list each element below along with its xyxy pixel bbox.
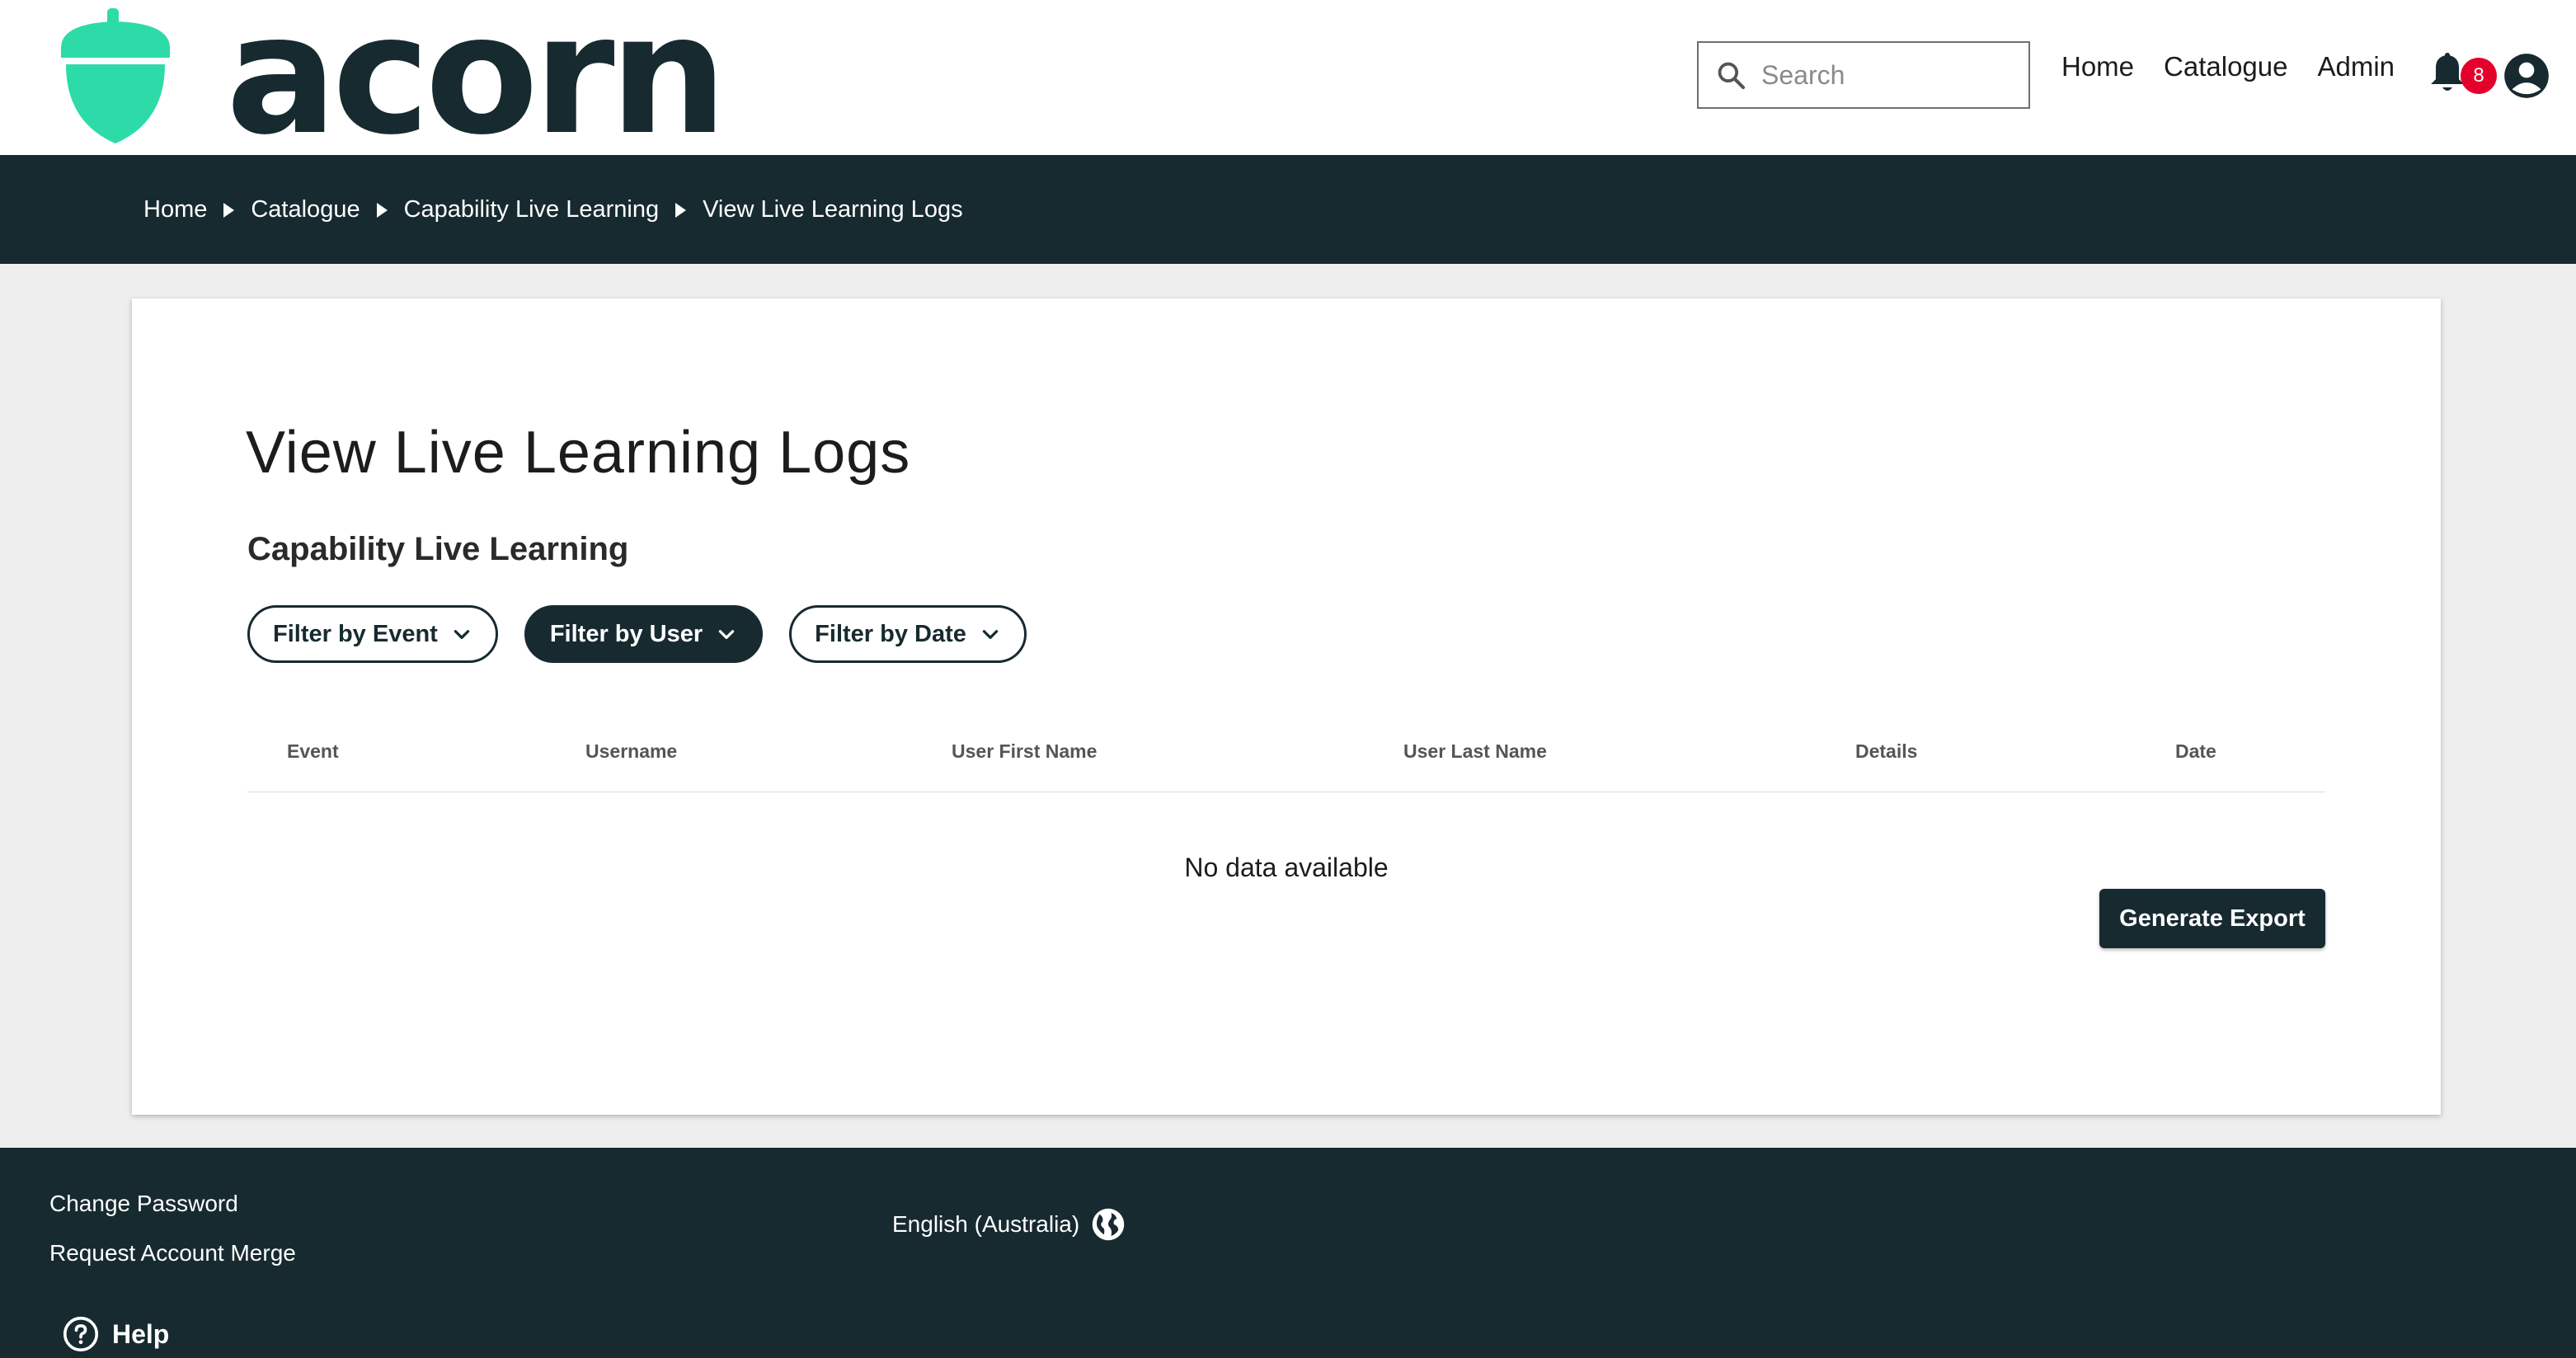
chevron-down-icon bbox=[454, 630, 470, 639]
column-header-username[interactable]: Username bbox=[585, 740, 677, 763]
filter-bar: Filter by Event Filter by User Filter by… bbox=[247, 605, 1027, 663]
breadcrumb-separator-icon bbox=[376, 202, 388, 218]
request-account-merge-link[interactable]: Request Account Merge bbox=[49, 1240, 296, 1266]
filter-by-event-button[interactable]: Filter by Event bbox=[247, 605, 498, 663]
empty-table-message: No data available bbox=[1184, 853, 1389, 882]
breadcrumb-capability[interactable]: Capability Live Learning bbox=[404, 196, 660, 223]
breadcrumb-separator-icon bbox=[675, 202, 687, 218]
account-button[interactable] bbox=[2503, 53, 2550, 103]
column-header-details[interactable]: Details bbox=[1855, 740, 1917, 763]
breadcrumb-home[interactable]: Home bbox=[143, 196, 207, 223]
globe-icon bbox=[1092, 1208, 1125, 1241]
column-header-date[interactable]: Date bbox=[2175, 740, 2216, 763]
generate-export-button[interactable]: Generate Export bbox=[2099, 889, 2325, 948]
breadcrumb: Home Catalogue Capability Live Learning … bbox=[143, 196, 963, 223]
help-label: Help bbox=[112, 1318, 170, 1349]
page-subtitle: Capability Live Learning bbox=[247, 531, 629, 567]
chevron-down-icon bbox=[982, 630, 999, 639]
filter-by-date-button[interactable]: Filter by Date bbox=[789, 605, 1027, 663]
language-selector[interactable]: English (Australia) bbox=[892, 1207, 1126, 1242]
help-button[interactable]: Help bbox=[63, 1316, 169, 1352]
top-navigation: Home Catalogue Admin bbox=[2061, 51, 2395, 82]
search-box[interactable] bbox=[1697, 41, 2030, 109]
breadcrumb-separator-icon bbox=[223, 202, 235, 218]
change-password-link[interactable]: Change Password bbox=[49, 1191, 238, 1217]
account-icon bbox=[2504, 54, 2549, 98]
column-header-event[interactable]: Event bbox=[287, 740, 339, 763]
filter-label: Filter by User bbox=[549, 620, 703, 647]
nav-catalogue[interactable]: Catalogue bbox=[2164, 51, 2287, 82]
main-card: View Live Learning Logs Capability Live … bbox=[132, 298, 2441, 1115]
breadcrumb-bar: Home Catalogue Capability Live Learning … bbox=[0, 155, 2576, 264]
search-input[interactable] bbox=[1760, 59, 2010, 92]
column-header-last-name[interactable]: User Last Name bbox=[1403, 740, 1547, 763]
nav-admin[interactable]: Admin bbox=[2317, 51, 2395, 82]
logo[interactable]: acorn bbox=[54, 0, 727, 172]
breadcrumb-catalogue[interactable]: Catalogue bbox=[251, 196, 360, 223]
table-header: Event Username User First Name User Last… bbox=[247, 719, 2325, 792]
search-icon bbox=[1718, 62, 1746, 90]
site-header: acorn Home Catalogue Admin 8 bbox=[0, 0, 2576, 172]
chevron-down-icon bbox=[718, 630, 735, 639]
nav-home[interactable]: Home bbox=[2061, 51, 2134, 82]
filter-label: Filter by Event bbox=[273, 620, 438, 647]
page-title: View Live Learning Logs bbox=[246, 420, 911, 486]
breadcrumb-current: View Live Learning Logs bbox=[703, 196, 963, 223]
filter-by-user-button[interactable]: Filter by User bbox=[524, 605, 764, 663]
filter-label: Filter by Date bbox=[815, 620, 966, 647]
help-icon bbox=[63, 1316, 99, 1352]
site-footer: Change Password Request Account Merge En… bbox=[0, 1148, 2576, 1358]
acorn-logo-icon bbox=[61, 8, 170, 143]
language-label: English (Australia) bbox=[892, 1211, 1080, 1237]
logo-text: acorn bbox=[226, 0, 727, 172]
column-header-first-name[interactable]: User First Name bbox=[952, 740, 1097, 763]
notification-count-badge: 8 bbox=[2461, 58, 2497, 94]
